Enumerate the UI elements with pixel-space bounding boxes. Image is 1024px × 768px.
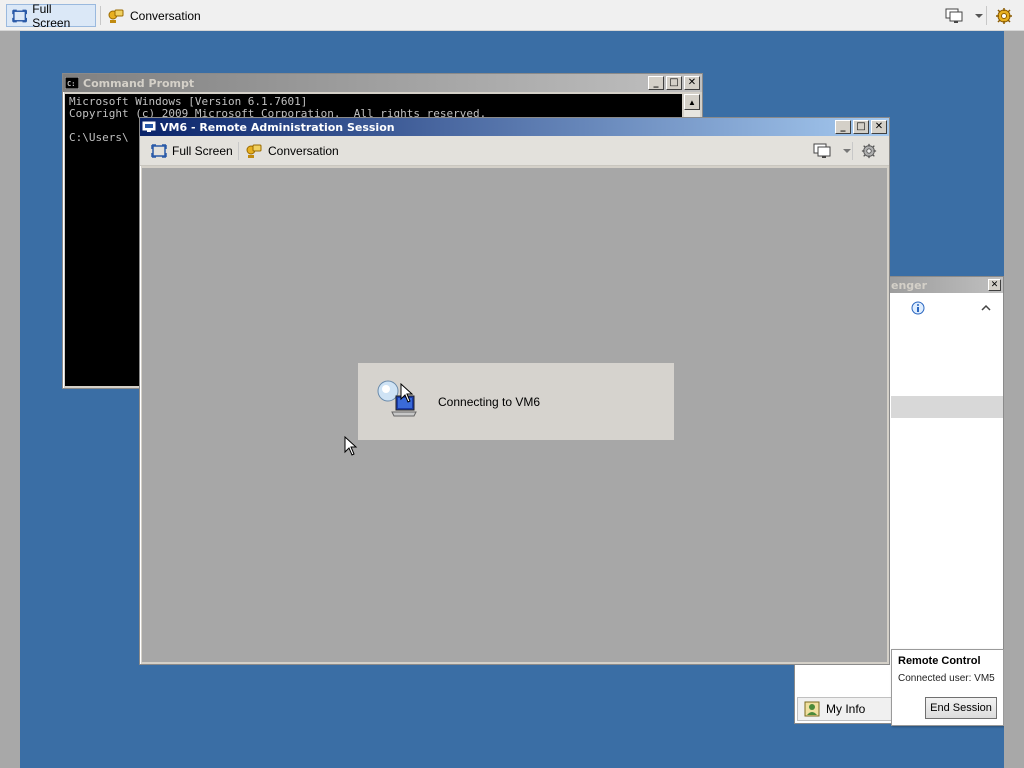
- conversation-label: Conversation: [268, 143, 339, 158]
- conversation-label: Conversation: [130, 8, 201, 23]
- display-dropdown-button[interactable]: [808, 139, 857, 162]
- chevron-up-icon[interactable]: [981, 304, 991, 312]
- remote-control-title: Remote Control: [898, 655, 981, 667]
- messenger-title: enger: [891, 278, 928, 292]
- close-button[interactable]: ✕: [988, 279, 1001, 291]
- session-toolbar: Full Screen Conversation: [140, 136, 889, 166]
- session-titlebar[interactable]: VM6 - Remote Administration Session _ □ …: [140, 118, 889, 136]
- connected-user-text: Connected user: VM5: [898, 673, 995, 684]
- minimize-button[interactable]: _: [648, 76, 664, 90]
- toolbar-separator: [852, 142, 853, 160]
- session-title: VM6 - Remote Administration Session: [160, 120, 395, 134]
- full-screen-label: Full Screen: [172, 143, 233, 158]
- monitor-icon: [813, 143, 831, 158]
- my-info-button[interactable]: My Info: [797, 697, 893, 721]
- gear-icon: [861, 143, 877, 158]
- toolbar-separator: [986, 6, 987, 25]
- remote-session-icon: [142, 121, 156, 132]
- full-screen-icon: [12, 9, 27, 22]
- conversation-button[interactable]: Conversation: [102, 4, 206, 27]
- user-icon: [804, 701, 820, 717]
- session-viewport[interactable]: Connecting to VM6: [142, 168, 887, 662]
- conversation-icon: [246, 144, 262, 158]
- full-screen-label: Full Screen: [32, 1, 71, 30]
- my-info-label: My Info: [826, 702, 866, 716]
- gear-icon: [996, 7, 1012, 24]
- messenger-group-row[interactable]: [891, 396, 1003, 418]
- svg-text:C:: C:: [67, 80, 75, 88]
- display-dropdown-button[interactable]: [940, 4, 989, 27]
- settings-button[interactable]: [990, 4, 1018, 27]
- session-full-screen-button[interactable]: Full Screen: [146, 139, 238, 162]
- mouse-cursor-icon: [400, 383, 414, 403]
- cmd-title: Command Prompt: [83, 76, 195, 90]
- conversation-icon: [108, 9, 124, 23]
- mouse-cursor-icon: [344, 436, 358, 456]
- connecting-status: Connecting to VM6: [438, 394, 541, 409]
- remote-desktop: C: Command Prompt _ □ ✕ Microsoft Window…: [20, 31, 1004, 768]
- session-settings-button[interactable]: [856, 139, 882, 162]
- chevron-down-icon: [843, 148, 851, 153]
- console-icon: C:: [65, 77, 79, 89]
- full-screen-icon: [151, 143, 167, 158]
- cmd-titlebar[interactable]: C: Command Prompt _ □ ✕: [63, 74, 702, 92]
- close-button[interactable]: ✕: [684, 76, 700, 90]
- maximize-button[interactable]: □: [853, 120, 869, 134]
- outer-toolbar: Full Screen Conversation: [0, 0, 1024, 31]
- remote-control-popup: Remote Control Connected user: VM5 End S…: [891, 649, 1004, 726]
- info-icon[interactable]: [911, 301, 925, 315]
- maximize-button[interactable]: □: [666, 76, 682, 90]
- remote-session-window[interactable]: VM6 - Remote Administration Session _ □ …: [139, 117, 890, 665]
- end-session-button[interactable]: End Session: [925, 697, 997, 719]
- toolbar-separator: [238, 142, 239, 160]
- toolbar-separator: [100, 6, 101, 25]
- chevron-down-icon: [975, 13, 983, 18]
- minimize-button[interactable]: _: [835, 120, 851, 134]
- monitor-icon: [945, 8, 963, 23]
- scroll-up-button[interactable]: ▲: [684, 94, 700, 110]
- close-button[interactable]: ✕: [871, 120, 887, 134]
- session-conversation-button[interactable]: Conversation: [240, 139, 344, 162]
- full-screen-button[interactable]: Full Screen: [6, 1, 96, 30]
